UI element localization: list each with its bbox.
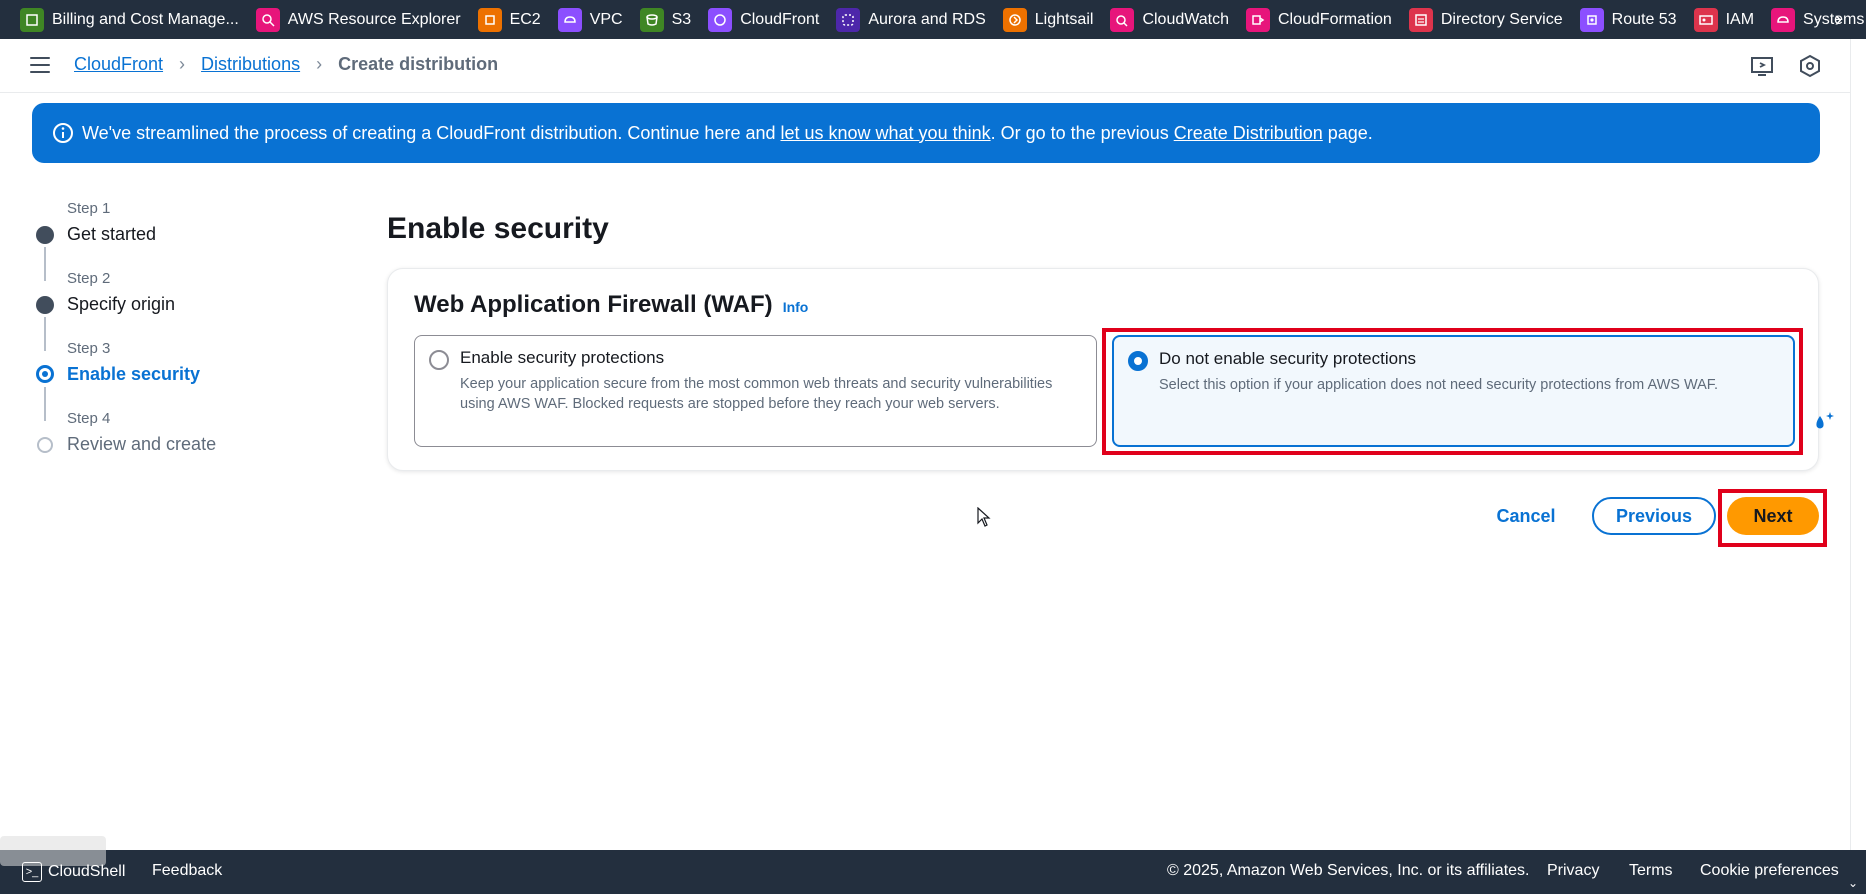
chevron-right-icon: ›	[316, 54, 323, 74]
ec2-icon	[477, 7, 502, 32]
breadcrumb-distributions[interactable]: Distributions	[201, 54, 300, 75]
service-vpc[interactable]: VPC	[557, 7, 623, 32]
sparkle-icon[interactable]	[1808, 408, 1836, 436]
privacy-link[interactable]: Privacy	[1547, 862, 1599, 880]
screen-icon[interactable]	[1750, 54, 1774, 78]
terms-link[interactable]: Terms	[1629, 862, 1673, 880]
chevron-right-icon: ›	[179, 54, 186, 74]
cloudfront-icon	[708, 7, 733, 32]
cookie-preferences-link[interactable]: Cookie preferences	[1700, 862, 1839, 880]
rds-icon	[836, 7, 861, 32]
iam-icon	[1693, 7, 1718, 32]
mouse-cursor-icon	[977, 507, 991, 527]
radio-button-selected[interactable]	[1128, 351, 1148, 371]
cloudshell-button[interactable]: >_ CloudShell	[22, 862, 125, 882]
option-description: Select this option if your application d…	[1159, 377, 1719, 393]
step-complete-icon	[36, 226, 54, 244]
service-billing[interactable]: Billing and Cost Manage...	[20, 7, 239, 32]
breadcrumb: CloudFront › Distributions › Create dist…	[74, 54, 498, 75]
info-link[interactable]: Info	[783, 299, 809, 315]
terminal-icon: >_	[22, 862, 42, 882]
step-current-icon	[36, 365, 54, 383]
systems-manager-icon	[1771, 7, 1796, 32]
feedback-link[interactable]: let us know what you think	[780, 123, 990, 143]
container-title: Web Application Firewall (WAF)	[414, 291, 773, 318]
feedback-link[interactable]: Feedback	[152, 862, 222, 880]
waf-container: Web Application Firewall (WAF) Info Enab…	[387, 268, 1819, 471]
cloudformation-icon	[1246, 7, 1270, 32]
cloudwatch-icon	[1110, 7, 1135, 32]
billing-icon	[20, 7, 44, 32]
chevron-down-icon[interactable]: ⌄	[1848, 876, 1858, 890]
create-distribution-link[interactable]: Create Distribution	[1174, 123, 1323, 143]
previous-button[interactable]: Previous	[1592, 497, 1716, 535]
services-bar: Billing and Cost Manage... AWS Resource …	[0, 0, 1866, 39]
s3-icon	[639, 7, 664, 32]
option-label: Enable security protections	[460, 348, 665, 367]
breadcrumb-bar: CloudFront › Distributions › Create dist…	[0, 39, 1850, 93]
option-label: Do not enable security protections	[1159, 349, 1417, 368]
service-directory[interactable]: Directory Service	[1408, 7, 1563, 32]
step-connector	[44, 387, 46, 421]
radio-button[interactable]	[429, 350, 449, 370]
service-ec2[interactable]: EC2	[477, 7, 541, 32]
next-button[interactable]: Next	[1727, 497, 1819, 535]
scrollbar[interactable]	[1850, 39, 1866, 854]
menu-icon[interactable]	[30, 57, 50, 73]
service-route53[interactable]: Route 53	[1579, 7, 1677, 32]
copyright-text: © 2025, Amazon Web Services, Inc. or its…	[1167, 862, 1530, 879]
page-title: Enable security	[387, 212, 609, 245]
service-iam[interactable]: IAM	[1693, 7, 1754, 32]
step-complete-icon	[36, 296, 54, 314]
info-flash-banner: We've streamlined the process of creatin…	[32, 103, 1820, 163]
breadcrumb-current: Create distribution	[338, 54, 499, 74]
vpc-icon	[557, 7, 582, 32]
service-lightsail[interactable]: Lightsail	[1002, 7, 1093, 32]
service-cloudformation[interactable]: CloudFormation	[1246, 7, 1392, 32]
cancel-button[interactable]: Cancel	[1486, 500, 1566, 532]
step-connector	[44, 317, 46, 351]
breadcrumb-cloudfront[interactable]: CloudFront	[74, 54, 163, 75]
service-systems-manager[interactable]: Systems	[1771, 7, 1864, 32]
service-rds[interactable]: Aurora and RDS	[836, 7, 986, 32]
container-header: Web Application Firewall (WAF) Info	[414, 291, 808, 319]
service-s3[interactable]: S3	[639, 7, 691, 32]
step-connector	[44, 247, 46, 281]
directory-service-icon	[1408, 7, 1433, 32]
option-enable-security[interactable]: Enable security protections Keep your ap…	[414, 335, 1097, 447]
lightsail-icon	[1002, 7, 1027, 32]
flash-text: We've streamlined the process of creatin…	[82, 122, 1373, 143]
option-disable-security[interactable]: Do not enable security protections Selec…	[1112, 335, 1795, 447]
service-resource-explorer[interactable]: AWS Resource Explorer	[255, 7, 461, 32]
service-cloudwatch[interactable]: CloudWatch	[1110, 7, 1229, 32]
info-icon	[53, 123, 73, 143]
service-cloudfront[interactable]: CloudFront	[708, 7, 819, 32]
chevron-right-icon[interactable]: ›	[1835, 7, 1842, 31]
footer: >_ CloudShell Feedback © 2025, Amazon We…	[0, 836, 1866, 894]
route53-icon	[1579, 7, 1604, 32]
step-pending-icon	[37, 437, 53, 453]
hexagon-settings-icon[interactable]	[1798, 54, 1822, 78]
option-description: Keep your application secure from the mo…	[460, 376, 1053, 412]
resource-explorer-icon	[255, 7, 280, 32]
